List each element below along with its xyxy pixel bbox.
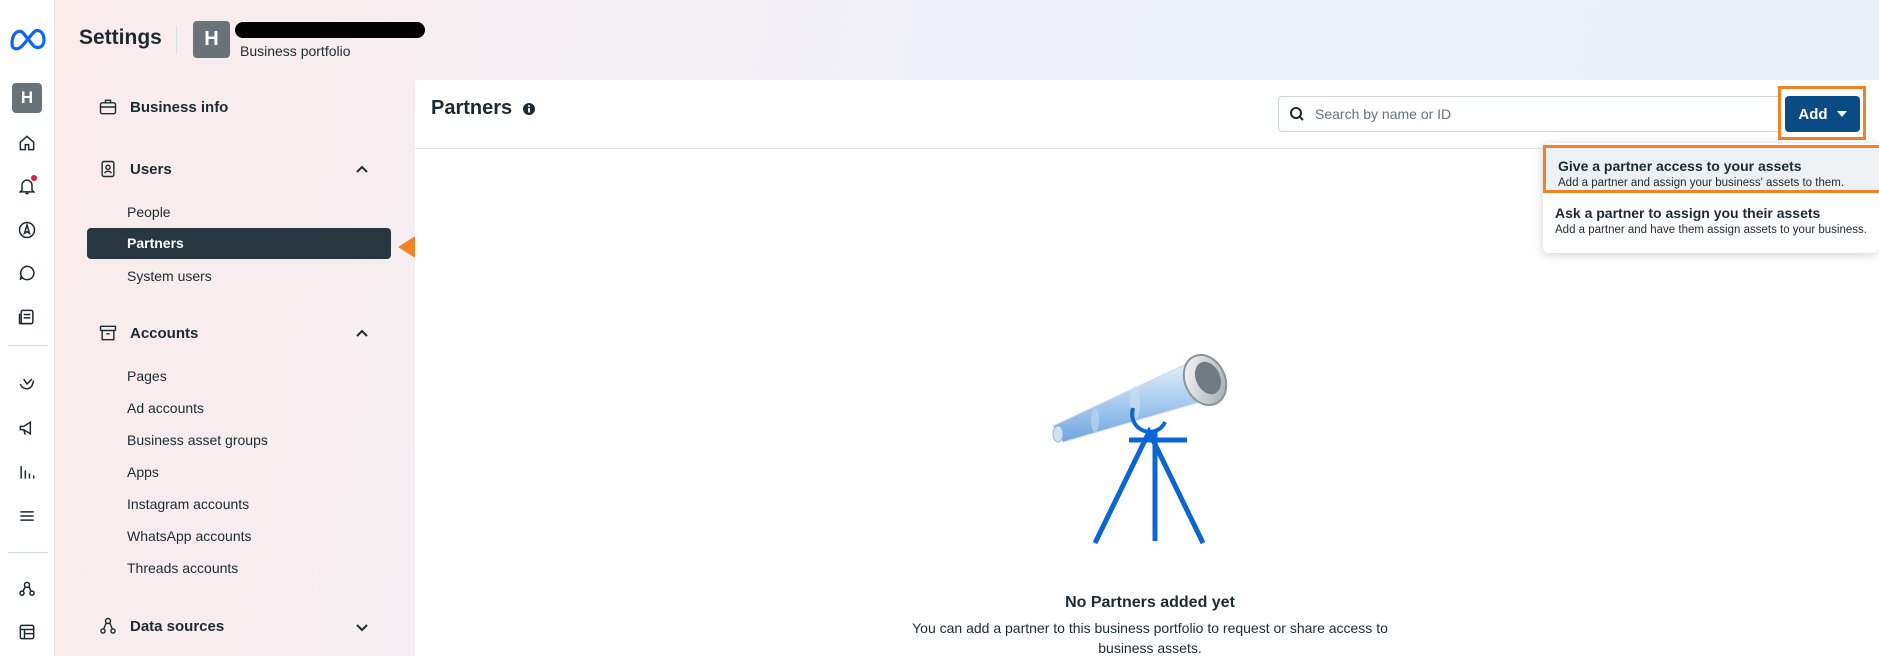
sidebar-section-users[interactable]: Users <box>98 159 172 179</box>
sidebar-item-business-info[interactable]: Business info <box>98 97 228 117</box>
app-title: Settings <box>79 26 162 49</box>
search-input[interactable] <box>1315 106 1775 122</box>
sidebar-item-business-asset-groups[interactable]: Business asset groups <box>127 432 268 448</box>
search-box[interactable] <box>1278 96 1802 132</box>
page-title: Partners <box>431 97 536 120</box>
rail-avatar[interactable]: H <box>12 83 42 113</box>
info-icon[interactable] <box>522 102 536 116</box>
left-rail: H <box>0 0 55 656</box>
sidebar-item-system-users[interactable]: System users <box>127 268 212 284</box>
sidebar-item-threads-accounts[interactable]: Threads accounts <box>127 560 238 576</box>
search-icon <box>1290 107 1304 121</box>
accounts-center-icon[interactable] <box>14 576 40 602</box>
menu-item-give-access[interactable]: Give a partner access to your assets Add… <box>1543 145 1879 193</box>
empty-state-title: No Partners added yet <box>1065 594 1235 611</box>
ads-icon[interactable] <box>14 415 40 441</box>
chevron-up-icon[interactable] <box>354 326 370 342</box>
add-button-label: Add <box>1798 105 1828 123</box>
sidebar-item-apps[interactable]: Apps <box>127 464 159 480</box>
notifications-icon[interactable] <box>14 173 40 199</box>
messages-icon[interactable] <box>14 260 40 286</box>
briefcase-icon <box>99 99 117 115</box>
rail-divider <box>8 552 48 553</box>
sidebar-item-people[interactable]: People <box>127 204 171 220</box>
chevron-down-icon[interactable] <box>354 619 370 635</box>
user-badge-icon <box>101 160 115 178</box>
sidebar-section-label: Users <box>130 160 172 178</box>
engagement-icon[interactable] <box>14 371 40 397</box>
menu-item-description: Add a partner and assign your business' … <box>1558 177 1845 189</box>
sidebar-item-pages[interactable]: Pages <box>127 368 167 384</box>
telescope-illustration-icon <box>1052 353 1228 545</box>
menu-item-description: Add a partner and have them assign asset… <box>1555 224 1867 236</box>
sidebar-section-accounts[interactable]: Accounts <box>98 323 198 343</box>
sidebar-item-ad-accounts[interactable]: Ad accounts <box>127 400 204 416</box>
insights-icon[interactable] <box>14 459 40 485</box>
home-icon[interactable] <box>14 130 40 156</box>
header-divider <box>176 26 177 54</box>
menu-item-title: Ask a partner to assign you their assets <box>1555 205 1821 221</box>
menu-item-title: Give a partner access to your assets <box>1558 158 1802 174</box>
add-button[interactable]: Add <box>1785 96 1860 132</box>
portfolio-subtitle[interactable]: Business portfolio <box>240 43 351 59</box>
archive-icon <box>99 325 117 341</box>
data-sources-icon <box>100 617 116 634</box>
meta-logo-icon[interactable] <box>8 24 48 52</box>
notification-badge <box>31 175 37 181</box>
empty-state-description: You can add a partner to this business p… <box>912 620 1388 656</box>
portfolio-name-redacted <box>235 22 425 38</box>
sidebar-item-partners[interactable]: Partners <box>87 228 391 259</box>
sidebar-item-whatsapp-accounts[interactable]: WhatsApp accounts <box>127 528 252 544</box>
sidebar-section-label: Data sources <box>130 617 225 635</box>
portfolio-avatar[interactable]: H <box>193 21 230 58</box>
rail-divider <box>8 345 48 346</box>
add-dropdown-menu: Give a partner access to your assets Add… <box>1543 143 1879 253</box>
chevron-up-icon[interactable] <box>354 162 370 178</box>
navigate-icon[interactable] <box>14 217 40 243</box>
billing-icon[interactable] <box>14 619 40 645</box>
menu-item-ask-partner[interactable]: Ask a partner to assign you their assets… <box>1543 205 1879 249</box>
sidebar-section-label: Accounts <box>130 324 199 342</box>
caret-down-icon <box>1836 111 1847 117</box>
sidebar-section-data-sources[interactable]: Data sources <box>98 616 224 636</box>
sidebar-item-instagram-accounts[interactable]: Instagram accounts <box>127 496 249 512</box>
content-icon[interactable] <box>14 304 40 330</box>
page-title-text: Partners <box>431 97 513 119</box>
menu-icon[interactable] <box>14 503 40 529</box>
sidebar-item-label: Business info <box>130 98 229 116</box>
